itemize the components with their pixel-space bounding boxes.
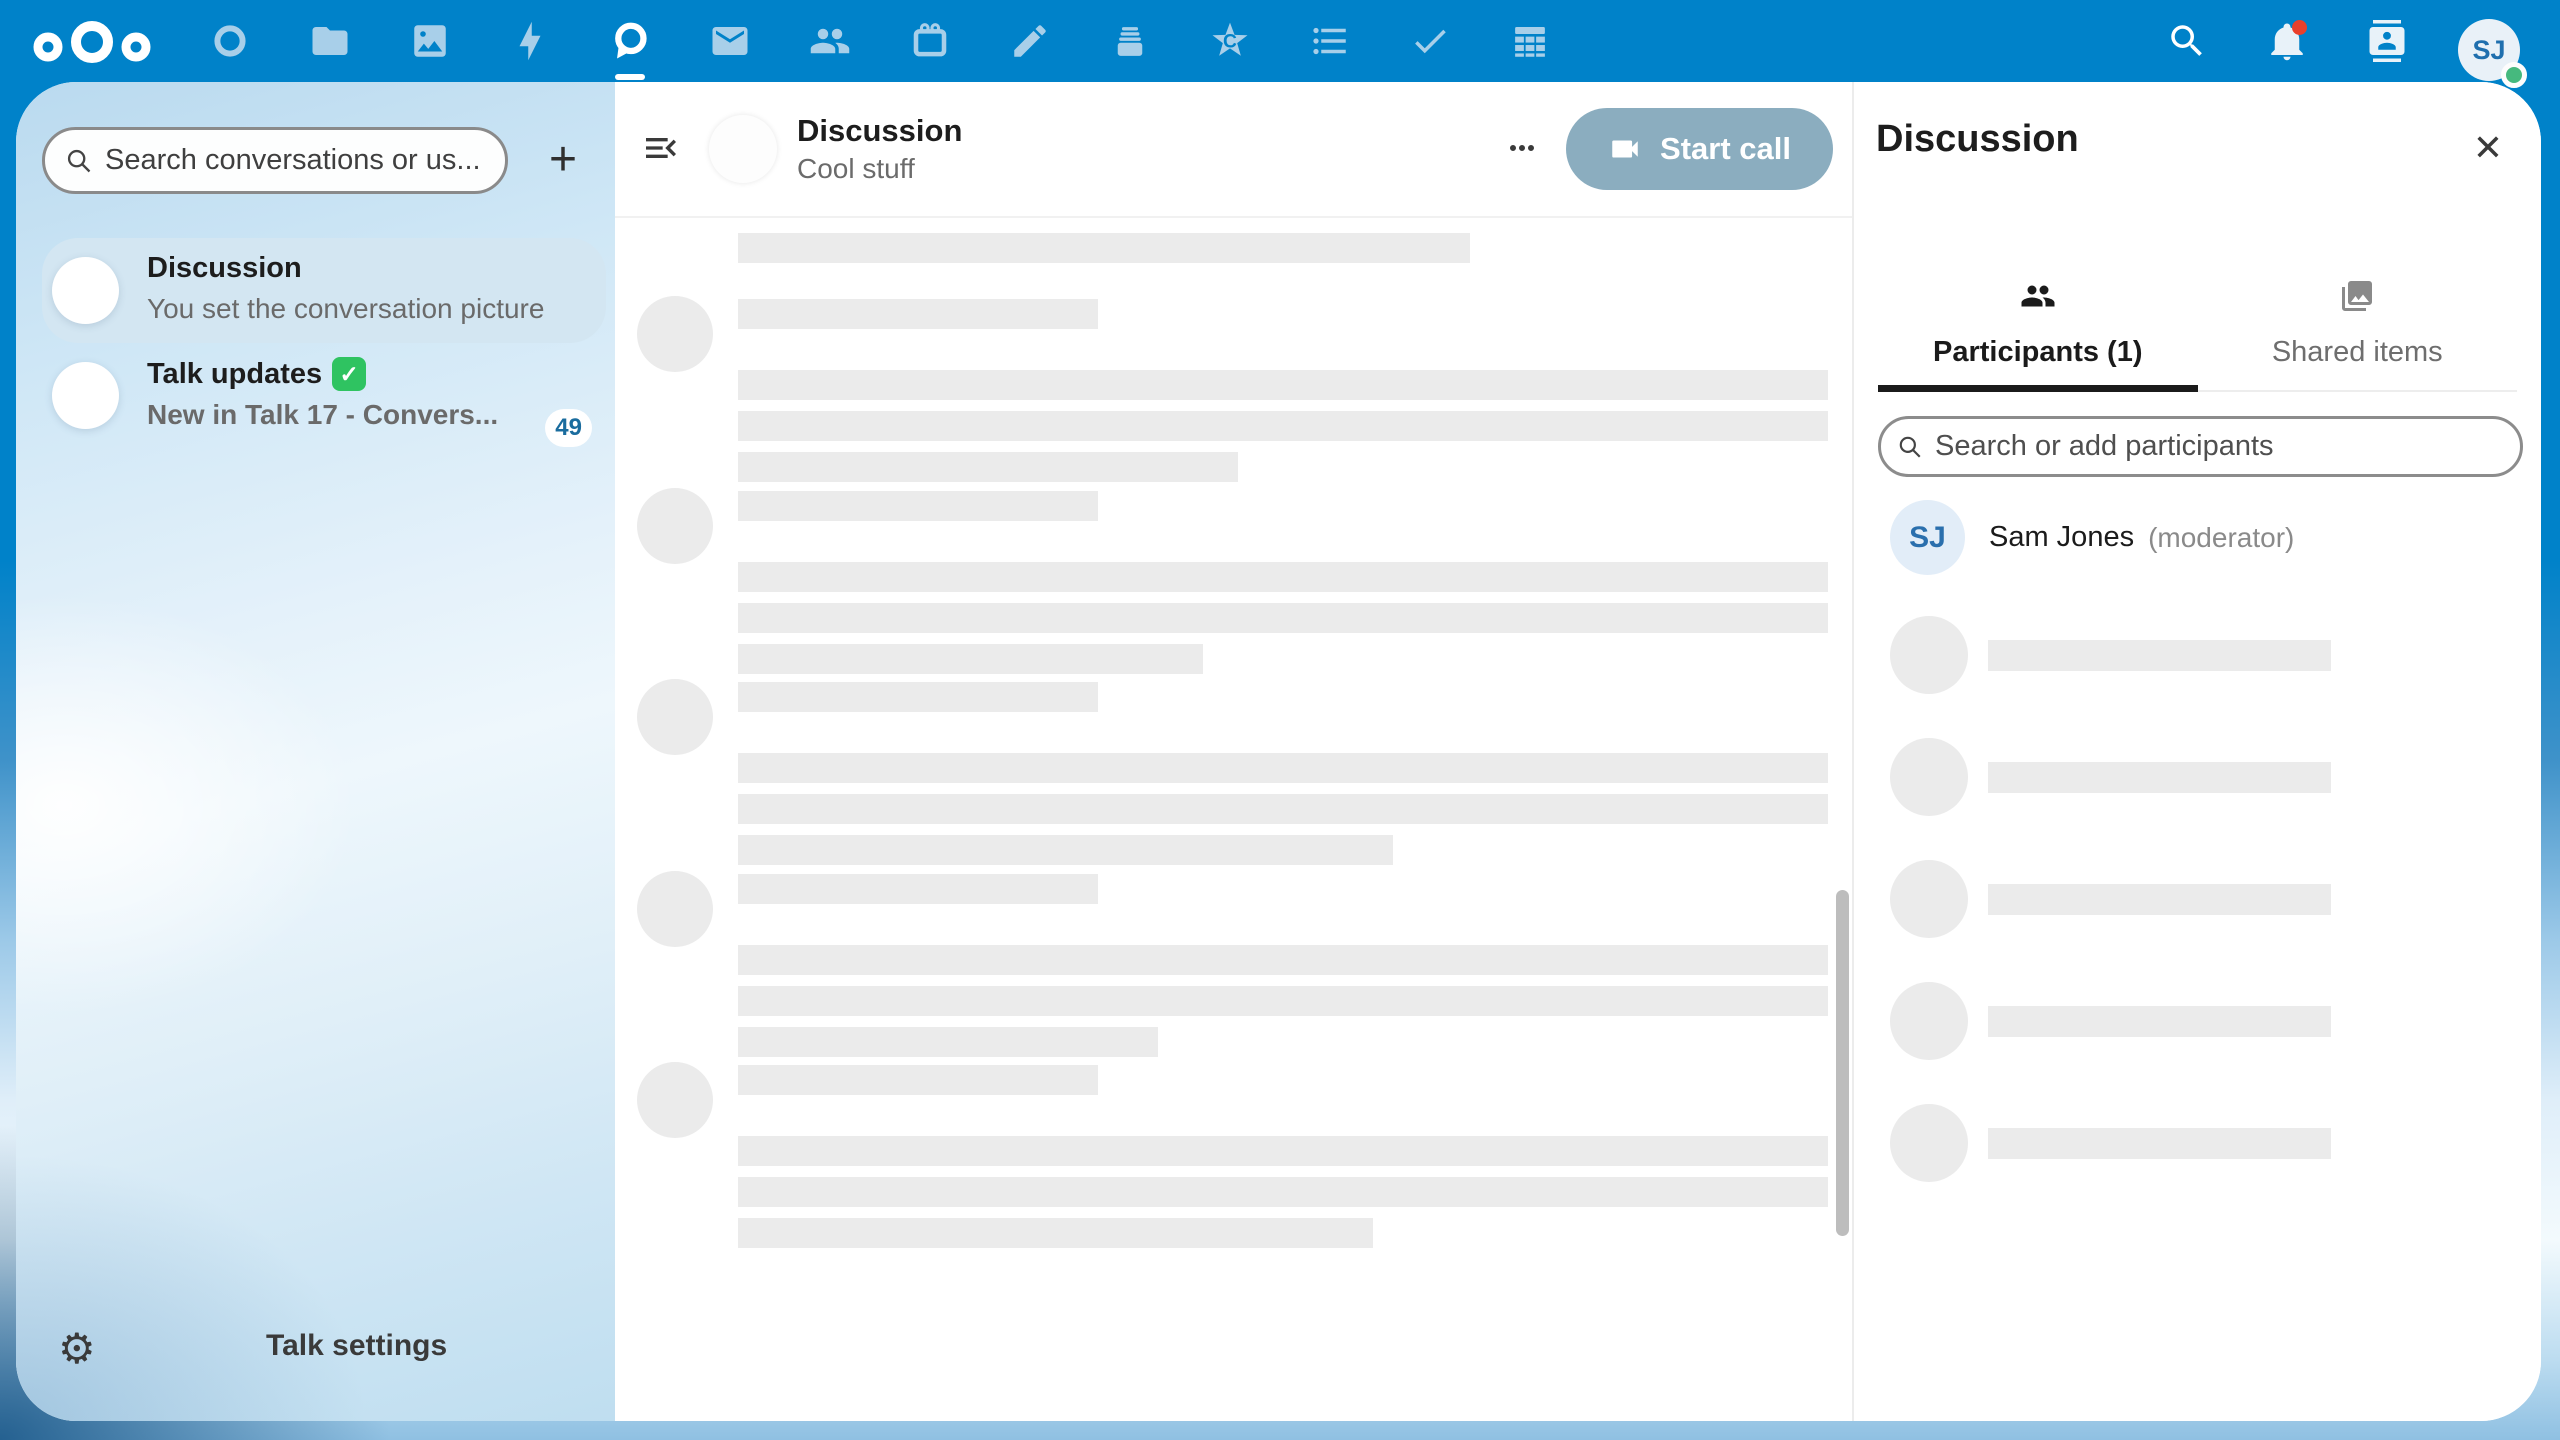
conversation-title: Discussion xyxy=(147,252,302,284)
conversation-subtitle: New in Talk 17 - Convers... xyxy=(147,399,499,430)
tables-icon[interactable] xyxy=(1508,19,1552,63)
collectives-icon[interactable]: C xyxy=(1208,19,1252,63)
participant-search-input[interactable] xyxy=(1935,430,2504,463)
skeleton-avatar xyxy=(637,1062,713,1138)
new-conversation-button[interactable]: + xyxy=(535,132,591,188)
content-frame: + Discussion You set the conversation pi… xyxy=(16,82,2541,1421)
start-call-label: Start call xyxy=(1660,131,1791,166)
dashboard-icon[interactable] xyxy=(208,19,252,63)
skeleton-participant-row xyxy=(1890,982,2390,1060)
search-icon xyxy=(1899,436,1921,458)
skeleton-message-bar xyxy=(738,233,1470,263)
dots-menu-icon[interactable] xyxy=(1500,127,1544,171)
skeleton-avatar xyxy=(637,679,713,755)
skeleton-message-group xyxy=(637,679,1852,865)
gear-icon: ⚙ xyxy=(58,1325,96,1372)
shared-items-icon xyxy=(2342,281,2373,311)
skeleton-avatar xyxy=(637,871,713,947)
notes-icon[interactable] xyxy=(1008,19,1052,63)
tab-shared-items-label: Shared items xyxy=(2271,336,2443,368)
details-title: Discussion xyxy=(1876,118,2079,160)
video-camera-icon xyxy=(1612,140,1638,158)
chat-scrollbar[interactable] xyxy=(1836,890,1849,1236)
contacts-book-icon[interactable] xyxy=(2365,19,2409,63)
forms-icon[interactable] xyxy=(1308,19,1352,63)
top-bar: C SJ xyxy=(0,0,2560,88)
svg-text:C: C xyxy=(1223,32,1237,53)
conversation-item-talk-updates[interactable]: Talk updates ✓ New in Talk 17 - Convers.… xyxy=(42,343,606,448)
talk-settings-button[interactable]: ⚙ Talk settings xyxy=(16,1321,615,1381)
details-tabs: Participants (1) Shared items xyxy=(1878,262,2517,392)
skeleton-message-group xyxy=(637,296,1852,482)
skeleton-participant-row xyxy=(1890,738,2390,816)
search-icon xyxy=(67,149,91,172)
talk-icon[interactable] xyxy=(608,19,652,63)
collapse-sidebar-icon[interactable] xyxy=(639,127,683,171)
user-avatar[interactable]: SJ xyxy=(2458,19,2527,88)
skeleton-message-group xyxy=(637,488,1852,674)
close-icon[interactable]: ✕ xyxy=(2466,126,2510,170)
tab-participants-label: Participants (1) xyxy=(1933,336,2143,368)
skeleton-message-group xyxy=(637,1062,1852,1248)
nextcloud-logo[interactable] xyxy=(30,19,154,70)
verified-check-icon: ✓ xyxy=(332,357,367,391)
activity-icon[interactable] xyxy=(508,19,552,63)
notification-dot xyxy=(2292,20,2307,35)
chat-header: Discussion Cool stuff Start call xyxy=(615,82,1852,218)
skeleton-participant-row xyxy=(1890,860,2390,938)
app-window: C SJ Search conversations or us... + Dis… xyxy=(0,0,2560,1440)
unread-count-badge: 49 xyxy=(545,409,592,447)
active-app-indicator xyxy=(615,74,645,80)
skeleton-avatar xyxy=(637,488,713,564)
deck-icon[interactable] xyxy=(1108,19,1152,63)
tab-participants[interactable]: Participants (1) xyxy=(1878,262,2198,392)
mail-icon[interactable] xyxy=(708,19,752,63)
chat-title: Discussion xyxy=(797,113,963,148)
files-icon[interactable] xyxy=(308,19,352,63)
start-call-button[interactable]: Start call xyxy=(1566,108,1833,190)
tab-shared-items[interactable]: Shared items xyxy=(2198,262,2518,390)
contacts-icon[interactable] xyxy=(808,19,852,63)
participant-role: (moderator) xyxy=(2148,521,2295,553)
conversation-avatar xyxy=(52,257,119,324)
chat-subtitle: Cool stuff xyxy=(797,153,915,184)
conversation-avatar xyxy=(52,362,119,429)
participant-row[interactable]: SJ Sam Jones (moderator) xyxy=(1890,500,2294,575)
chat-panel: Discussion Cool stuff Start call xyxy=(615,82,1852,1421)
participant-avatar: SJ xyxy=(1890,500,1965,575)
skeleton-message-group xyxy=(637,871,1852,1057)
participant-name: Sam Jones xyxy=(1989,521,2135,553)
bell-icon[interactable] xyxy=(2265,19,2309,63)
participant-search[interactable] xyxy=(1878,416,2523,477)
participants-icon xyxy=(2021,285,2055,307)
conversation-title: Talk updates xyxy=(147,357,323,390)
photos-icon[interactable] xyxy=(408,19,452,63)
message-composer xyxy=(615,1285,1852,1421)
skeleton-avatar xyxy=(637,296,713,372)
conversations-sidebar: + Discussion You set the conversation pi… xyxy=(16,82,615,1421)
conversation-item-discussion[interactable]: Discussion You set the conversation pict… xyxy=(42,238,606,343)
conversation-details-panel: Discussion ✕ Participants (1) Shared ite… xyxy=(1852,82,2541,1421)
conversation-subtitle: You set the conversation picture xyxy=(147,293,545,324)
tasks-icon[interactable] xyxy=(1408,19,1452,63)
skeleton-participant-row xyxy=(1890,1104,2390,1182)
search-icon[interactable] xyxy=(2165,19,2209,63)
calendar-icon[interactable] xyxy=(908,19,952,63)
talk-settings-label: Talk settings xyxy=(266,1329,448,1362)
conversation-avatar xyxy=(709,115,777,183)
conversation-search[interactable] xyxy=(42,127,508,194)
skeleton-participant-row xyxy=(1890,616,2390,694)
user-initials: SJ xyxy=(2472,34,2506,65)
conversation-search-input[interactable] xyxy=(105,144,487,177)
